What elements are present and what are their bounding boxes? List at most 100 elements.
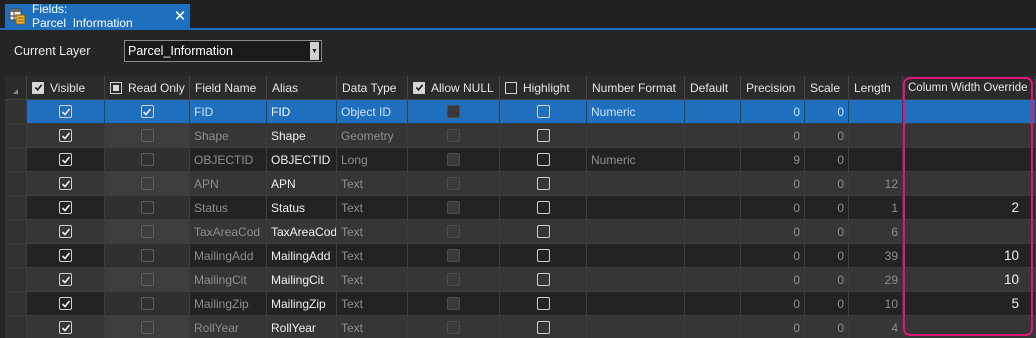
- cell-field-name[interactable]: Status: [190, 196, 267, 220]
- cell-highlight[interactable]: [500, 268, 587, 292]
- cell-field-name[interactable]: APN: [190, 172, 267, 196]
- cell-visible[interactable]: [27, 172, 105, 196]
- cell-field-name[interactable]: MailingZip: [190, 292, 267, 316]
- cell-default[interactable]: [685, 244, 741, 268]
- cell-length[interactable]: 10: [849, 292, 903, 316]
- highlight-checkbox[interactable]: [536, 105, 550, 118]
- allow-null-checkbox[interactable]: [447, 273, 460, 286]
- cell-scale[interactable]: 0: [805, 244, 849, 268]
- table-row[interactable]: Shape Shape Geometry 0 0: [5, 124, 1036, 148]
- cell-field-name[interactable]: Shape: [190, 124, 267, 148]
- header-scale[interactable]: Scale: [805, 76, 849, 100]
- table-row[interactable]: TaxAreaCod TaxAreaCod Text 0 0 6: [5, 220, 1036, 244]
- cell-allow-null[interactable]: [408, 172, 500, 196]
- cell-highlight[interactable]: [500, 292, 587, 316]
- cell-field-name[interactable]: OBJECTID: [190, 148, 267, 172]
- cell-allow-null[interactable]: [408, 100, 500, 124]
- allow-null-checkbox[interactable]: [447, 177, 460, 190]
- cell-precision[interactable]: 0: [741, 100, 805, 124]
- cell-alias[interactable]: Status: [267, 196, 337, 220]
- cell-highlight[interactable]: [500, 124, 587, 148]
- cell-default[interactable]: [685, 268, 741, 292]
- cell-visible[interactable]: [27, 148, 105, 172]
- row-selector[interactable]: [5, 124, 27, 148]
- cell-scale[interactable]: 0: [805, 100, 849, 124]
- cell-number-format[interactable]: Numeric: [587, 148, 685, 172]
- cell-precision[interactable]: 0: [741, 196, 805, 220]
- table-row[interactable]: MailingZip MailingZip Text 0 0 10 5: [5, 292, 1036, 316]
- cell-visible[interactable]: [27, 244, 105, 268]
- cell-visible[interactable]: [27, 316, 105, 338]
- highlight-checkbox[interactable]: [536, 129, 550, 142]
- allow-null-checkbox[interactable]: [447, 321, 460, 334]
- cell-length[interactable]: 1: [849, 196, 903, 220]
- row-selector[interactable]: [5, 172, 27, 196]
- cell-scale[interactable]: 0: [805, 148, 849, 172]
- tab-fields-view[interactable]: Fields: Parcel_Information ✕: [5, 2, 190, 30]
- highlight-all-checkbox[interactable]: [505, 81, 517, 94]
- cell-number-format[interactable]: [587, 196, 685, 220]
- cell-highlight[interactable]: [500, 316, 587, 338]
- cell-highlight[interactable]: [500, 244, 587, 268]
- cell-read-only[interactable]: [105, 220, 190, 244]
- cell-read-only[interactable]: [105, 196, 190, 220]
- visible-checkbox[interactable]: [59, 297, 72, 310]
- table-row[interactable]: FID FID Object ID Numeric 0 0: [5, 100, 1036, 124]
- cell-field-name[interactable]: MailingCit: [190, 268, 267, 292]
- cell-scale[interactable]: 0: [805, 124, 849, 148]
- cell-read-only[interactable]: [105, 148, 190, 172]
- read-only-checkbox[interactable]: [140, 105, 154, 118]
- read-only-checkbox[interactable]: [140, 273, 154, 286]
- cell-number-format[interactable]: [587, 124, 685, 148]
- header-number-format[interactable]: Number Format: [587, 76, 685, 100]
- read-only-all-checkbox[interactable]: [110, 81, 122, 94]
- row-selector[interactable]: [5, 316, 27, 338]
- header-read-only[interactable]: Read Only: [105, 76, 190, 100]
- cell-default[interactable]: [685, 100, 741, 124]
- cell-length[interactable]: 4: [849, 316, 903, 338]
- header-data-type[interactable]: Data Type: [337, 76, 408, 100]
- cell-field-name[interactable]: RollYear: [190, 316, 267, 338]
- cell-data-type[interactable]: Geometry: [337, 124, 408, 148]
- cell-data-type[interactable]: Text: [337, 292, 408, 316]
- cell-precision[interactable]: 0: [741, 292, 805, 316]
- cell-precision[interactable]: 0: [741, 268, 805, 292]
- visible-checkbox[interactable]: [59, 225, 72, 238]
- header-highlight[interactable]: Highlight: [500, 76, 587, 100]
- header-alias[interactable]: Alias: [267, 76, 337, 100]
- header-column-width-override[interactable]: Column Width Override: [903, 76, 1036, 100]
- cell-default[interactable]: [685, 172, 741, 196]
- highlight-checkbox[interactable]: [536, 297, 550, 310]
- cell-number-format[interactable]: [587, 316, 685, 338]
- cell-override[interactable]: [903, 220, 1036, 244]
- cell-default[interactable]: [685, 292, 741, 316]
- highlight-checkbox[interactable]: [536, 273, 550, 286]
- cell-highlight[interactable]: [500, 196, 587, 220]
- cell-read-only[interactable]: [105, 268, 190, 292]
- cell-visible[interactable]: [27, 220, 105, 244]
- cell-visible[interactable]: [27, 268, 105, 292]
- cell-override[interactable]: [903, 316, 1036, 338]
- visible-all-checkbox[interactable]: [32, 81, 44, 94]
- header-allow-null[interactable]: Allow NULL: [408, 76, 500, 100]
- cell-alias[interactable]: MailingZip: [267, 292, 337, 316]
- cell-length[interactable]: 29: [849, 268, 903, 292]
- allow-null-all-checkbox[interactable]: [413, 81, 425, 94]
- cell-alias[interactable]: OBJECTID: [267, 148, 337, 172]
- visible-checkbox[interactable]: [59, 249, 72, 262]
- cell-scale[interactable]: 0: [805, 172, 849, 196]
- cell-data-type[interactable]: Text: [337, 220, 408, 244]
- read-only-checkbox[interactable]: [140, 201, 154, 214]
- highlight-checkbox[interactable]: [536, 177, 550, 190]
- table-row[interactable]: APN APN Text 0 0 12: [5, 172, 1036, 196]
- row-selector[interactable]: [5, 268, 27, 292]
- cell-highlight[interactable]: [500, 100, 587, 124]
- cell-allow-null[interactable]: [408, 268, 500, 292]
- cell-visible[interactable]: [27, 100, 105, 124]
- cell-data-type[interactable]: Text: [337, 316, 408, 338]
- allow-null-checkbox[interactable]: [447, 153, 460, 166]
- cell-alias[interactable]: Shape: [267, 124, 337, 148]
- cell-number-format[interactable]: [587, 244, 685, 268]
- cell-number-format[interactable]: [587, 268, 685, 292]
- row-selector[interactable]: [5, 148, 27, 172]
